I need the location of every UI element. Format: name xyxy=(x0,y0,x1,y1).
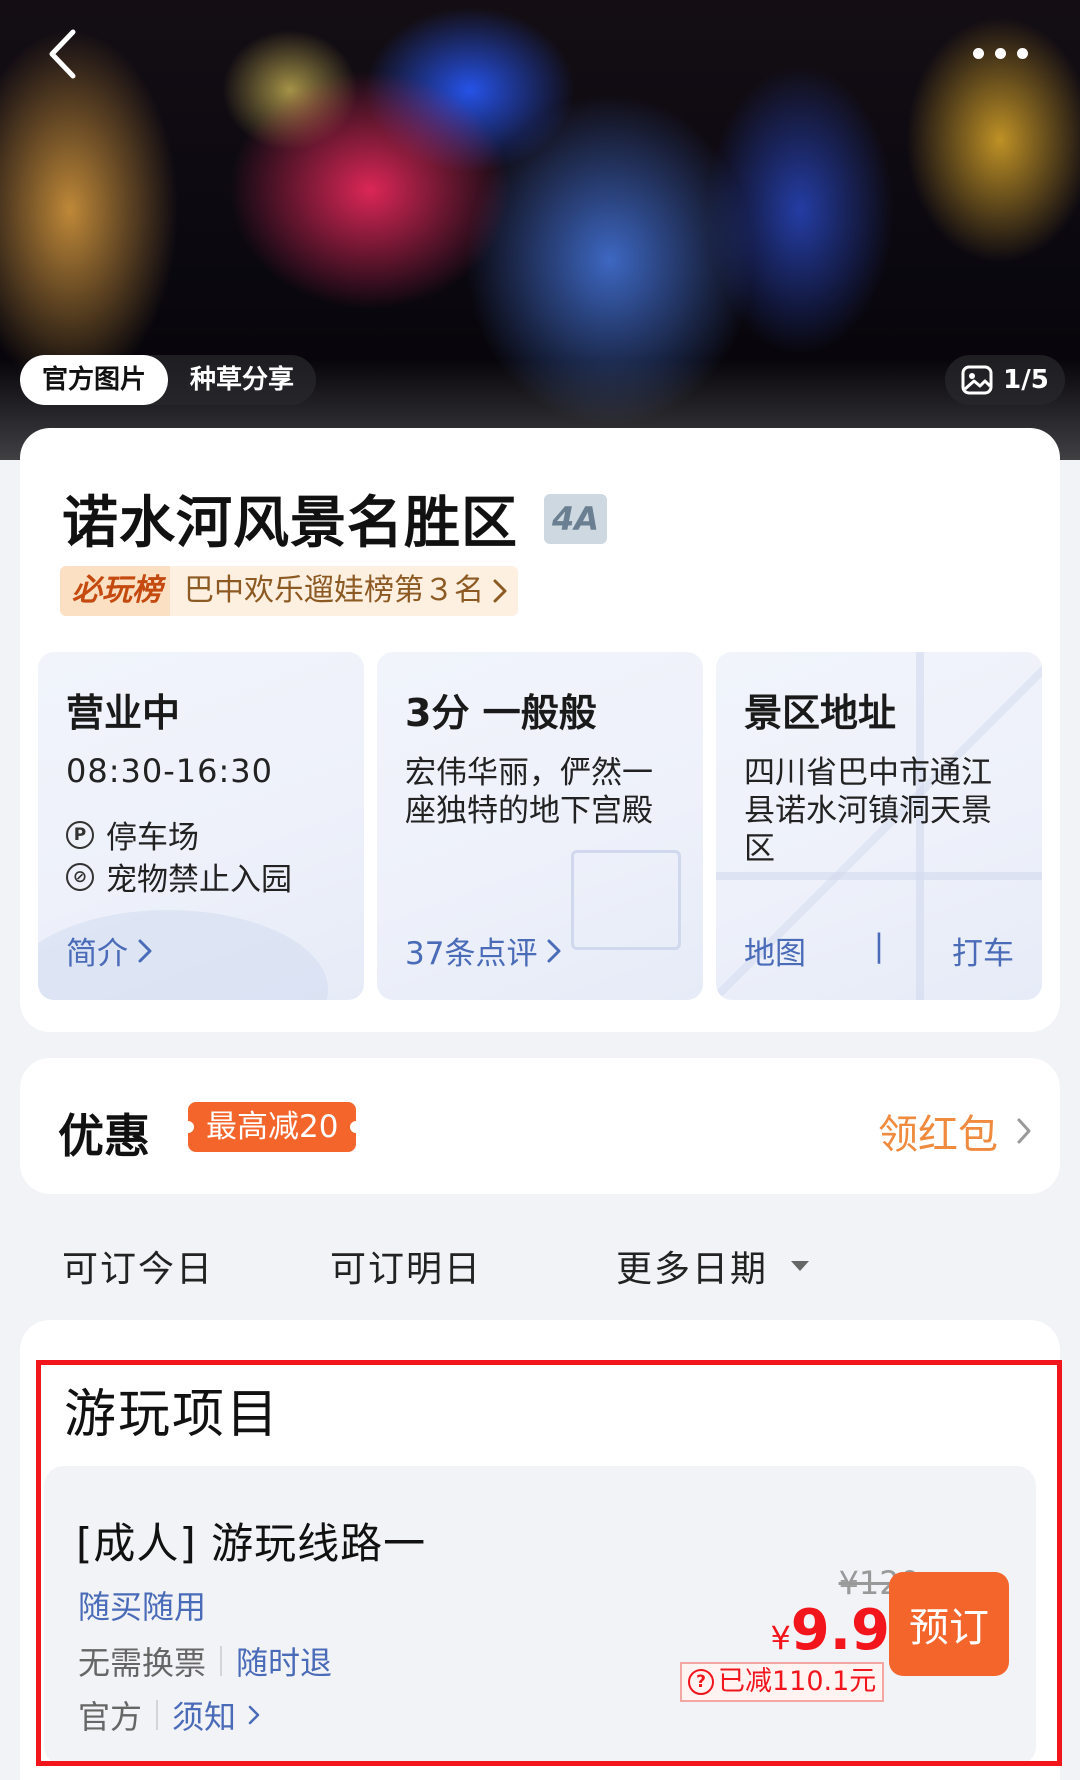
chevron-right-icon xyxy=(248,1705,260,1725)
tile-decoration xyxy=(571,850,681,950)
product-tag: 随买随用 xyxy=(78,1588,207,1626)
photo-tabs: 官方图片 种草分享 xyxy=(20,355,317,405)
reviews-link[interactable]: 37条点评 xyxy=(405,928,561,973)
feature-parking-label: 停车场 xyxy=(106,820,199,856)
feature-parking: P 停车场 xyxy=(66,812,199,857)
back-button[interactable] xyxy=(40,26,84,82)
product-features: 无需换票 随时退 xyxy=(78,1638,332,1684)
product-item[interactable]: [成人] 游玩线路一 随买随用 无需换票 随时退 官方 须知 ¥120 ¥9.9… xyxy=(44,1466,1036,1766)
scenic-info-card: 诺水河风景名胜区 4A 必玩榜 巴中欢乐遛娃榜第３名 营业中 08:30-16:… xyxy=(20,428,1060,1032)
info-tiles: 营业中 08:30-16:30 P 停车场 ⊘ 宠物禁止入园 简介 3分 一般般… xyxy=(38,652,1042,1000)
claim-coupon-label: 领红包 xyxy=(878,1112,998,1158)
back-icon xyxy=(49,29,76,79)
caret-down-icon xyxy=(791,1261,810,1271)
divider xyxy=(220,1646,223,1676)
photo-counter-text: 1/5 xyxy=(1003,365,1049,395)
chevron-right-icon xyxy=(138,939,152,962)
parking-icon: P xyxy=(66,820,94,849)
open-status: 营业中 xyxy=(66,691,181,735)
reviews-tile[interactable]: 3分 一般般 宏伟华丽，俨然一座独特的地下宫殿 37条点评 xyxy=(377,652,703,1000)
rank-tag: 必玩榜 xyxy=(60,566,170,616)
question-icon: ? xyxy=(688,1669,714,1695)
tab-official-photos[interactable]: 官方图片 xyxy=(20,355,169,405)
taxi-link[interactable]: 打车 xyxy=(952,928,1014,973)
review-score: 3分 一般般 xyxy=(405,691,597,735)
feature-no-exchange: 无需换票 xyxy=(78,1644,207,1682)
feature-refund: 随时退 xyxy=(236,1644,333,1682)
reviews-link-label: 37条点评 xyxy=(405,936,538,972)
notice-link[interactable]: 须知 xyxy=(172,1692,236,1738)
intro-link-label: 简介 xyxy=(66,936,128,972)
divider xyxy=(156,1700,159,1730)
discount-badge[interactable]: ? 已减110.1元 xyxy=(680,1662,885,1702)
rank-text-wrap: 巴中欢乐遛娃榜第３名 xyxy=(170,566,518,616)
status-tile[interactable]: 营业中 08:30-16:30 P 停车场 ⊘ 宠物禁止入园 简介 xyxy=(38,652,364,1000)
tab-more-dates[interactable]: 更多日期 xyxy=(616,1240,810,1292)
address-tile[interactable]: 景区地址 四川省巴中市通江县诺水河镇洞天景区 地图 | 打车 xyxy=(716,652,1042,1000)
more-icon-dot xyxy=(1016,47,1028,59)
date-tabs: 可订今日 可订明日 更多日期 xyxy=(62,1240,1062,1296)
action-separator: | xyxy=(873,928,885,964)
scenic-name: 诺水河风景名胜区 xyxy=(62,491,518,556)
tab-tomorrow[interactable]: 可订明日 xyxy=(330,1240,482,1292)
chevron-right-icon xyxy=(493,579,507,603)
feature-no-pets: ⊘ 宠物禁止入园 xyxy=(66,854,292,899)
product-source: 官方 须知 xyxy=(78,1692,260,1738)
rank-text: 巴中欢乐遛娃榜第３名 xyxy=(184,573,484,608)
coupon-badge: 最高减20 xyxy=(181,1102,363,1152)
product-name: [成人] 游玩线路一 xyxy=(76,1519,427,1568)
photo-counter[interactable]: 1/5 xyxy=(945,355,1065,405)
chevron-right-icon xyxy=(1017,1118,1031,1144)
chevron-right-icon xyxy=(547,939,561,962)
feature-no-pets-label: 宠物禁止入园 xyxy=(106,862,292,898)
claim-coupon-link[interactable]: 领红包 xyxy=(878,1102,1032,1160)
discount-text: 已减110.1元 xyxy=(718,1666,877,1697)
title-row: 诺水河风景名胜区 4A xyxy=(62,478,608,559)
review-quote: 宏伟华丽，俨然一座独特的地下宫殿 xyxy=(405,755,653,829)
rank-banner[interactable]: 必玩榜 巴中欢乐遛娃榜第３名 xyxy=(60,566,518,616)
gallery-icon xyxy=(961,365,993,395)
opening-hours: 08:30-16:30 xyxy=(66,752,273,790)
price-currency: ¥ xyxy=(770,1619,791,1657)
address-text: 四川省巴中市通江县诺水河镇洞天景区 xyxy=(744,755,992,867)
price-value: 9.9 xyxy=(790,1598,890,1663)
no-pets-icon: ⊘ xyxy=(66,862,94,891)
play-items-title: 游玩项目 xyxy=(64,1385,281,1445)
coupon-title: 优惠 xyxy=(58,1109,150,1163)
tab-more-dates-label: 更多日期 xyxy=(616,1249,769,1290)
more-icon xyxy=(972,47,984,59)
tab-user-shares[interactable]: 种草分享 xyxy=(168,355,316,405)
map-link[interactable]: 地图 xyxy=(744,928,806,973)
tab-today[interactable]: 可订今日 xyxy=(62,1240,214,1292)
grade-badge: 4A xyxy=(544,493,608,544)
book-button[interactable]: 预订 xyxy=(889,1572,1009,1676)
intro-link[interactable]: 简介 xyxy=(66,928,152,973)
address-title: 景区地址 xyxy=(744,691,897,735)
more-button[interactable] xyxy=(960,36,1040,70)
more-icon-dot xyxy=(994,47,1006,59)
address-actions: 地图 | 打车 xyxy=(744,928,1014,973)
source-official: 官方 xyxy=(78,1698,143,1736)
coupon-card: 优惠 最高减20 领红包 xyxy=(20,1058,1060,1194)
